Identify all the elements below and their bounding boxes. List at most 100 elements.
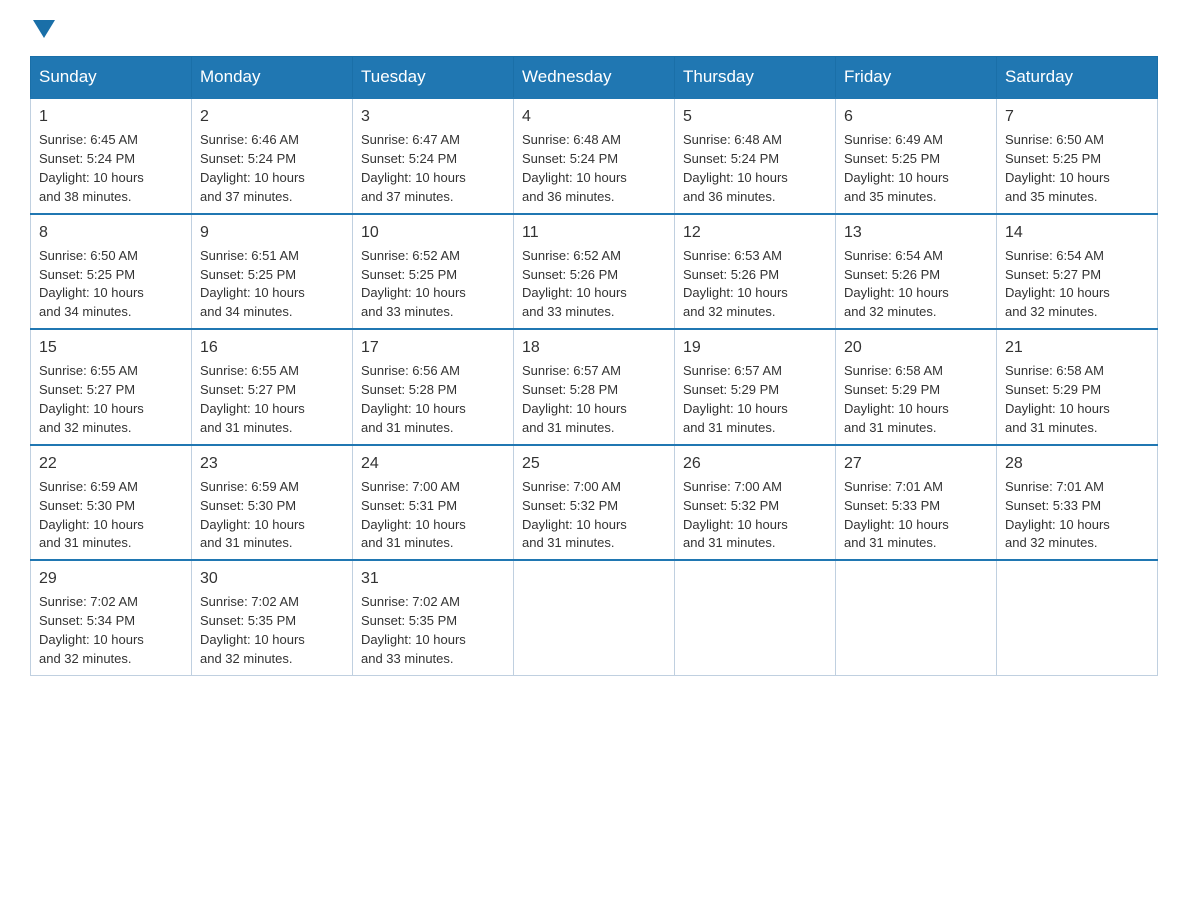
- calendar-cell: 5 Sunrise: 6:48 AMSunset: 5:24 PMDaylight…: [675, 98, 836, 214]
- day-number: 15: [39, 336, 183, 359]
- calendar-cell: 18 Sunrise: 6:57 AMSunset: 5:28 PMDayligh…: [514, 329, 675, 445]
- day-number: 7: [1005, 105, 1149, 128]
- calendar-cell: [997, 560, 1158, 675]
- logo-arrow-icon: [33, 20, 55, 38]
- calendar-cell: [836, 560, 997, 675]
- day-info: Sunrise: 6:52 AMSunset: 5:26 PMDaylight:…: [522, 248, 627, 320]
- day-number: 8: [39, 221, 183, 244]
- day-number: 17: [361, 336, 505, 359]
- calendar-cell: 13 Sunrise: 6:54 AMSunset: 5:26 PMDayligh…: [836, 214, 997, 330]
- day-info: Sunrise: 6:48 AMSunset: 5:24 PMDaylight:…: [522, 132, 627, 204]
- day-header-sunday: Sunday: [31, 57, 192, 99]
- day-number: 28: [1005, 452, 1149, 475]
- day-info: Sunrise: 6:59 AMSunset: 5:30 PMDaylight:…: [39, 479, 144, 551]
- day-number: 24: [361, 452, 505, 475]
- day-number: 3: [361, 105, 505, 128]
- calendar-cell: 6Sunrise: 6:49 AMSunset: 5:25 PMDaylight…: [836, 98, 997, 214]
- day-info: Sunrise: 6:48 AMSunset: 5:24 PMDaylight:…: [683, 132, 788, 204]
- day-info: Sunrise: 6:57 AMSunset: 5:29 PMDaylight:…: [683, 363, 788, 435]
- calendar-cell: 21Sunrise: 6:58 AMSunset: 5:29 PMDayligh…: [997, 329, 1158, 445]
- day-number: 13: [844, 221, 988, 244]
- day-info: Sunrise: 6:53 AMSunset: 5:26 PMDaylight:…: [683, 248, 788, 320]
- calendar-cell: 15 Sunrise: 6:55 AMSunset: 5:27 PMDayligh…: [31, 329, 192, 445]
- week-row-4: 22 Sunrise: 6:59 AMSunset: 5:30 PMDayligh…: [31, 445, 1158, 561]
- day-info: Sunrise: 6:58 AMSunset: 5:29 PMDaylight:…: [1005, 363, 1110, 435]
- day-number: 14: [1005, 221, 1149, 244]
- day-info: Sunrise: 6:54 AMSunset: 5:27 PMDaylight:…: [1005, 248, 1110, 320]
- day-number: 10: [361, 221, 505, 244]
- calendar-cell: 27 Sunrise: 7:01 AMSunset: 5:33 PMDayligh…: [836, 445, 997, 561]
- day-info: Sunrise: 6:46 AMSunset: 5:24 PMDaylight:…: [200, 132, 305, 204]
- day-number: 6: [844, 105, 988, 128]
- day-header-wednesday: Wednesday: [514, 57, 675, 99]
- day-number: 29: [39, 567, 183, 590]
- day-info: Sunrise: 6:55 AMSunset: 5:27 PMDaylight:…: [39, 363, 144, 435]
- day-info: Sunrise: 7:00 AMSunset: 5:32 PMDaylight:…: [683, 479, 788, 551]
- day-info: Sunrise: 6:56 AMSunset: 5:28 PMDaylight:…: [361, 363, 466, 435]
- calendar-cell: 30 Sunrise: 7:02 AMSunset: 5:35 PMDayligh…: [192, 560, 353, 675]
- calendar-cell: 14 Sunrise: 6:54 AMSunset: 5:27 PMDayligh…: [997, 214, 1158, 330]
- calendar-cell: 25 Sunrise: 7:00 AMSunset: 5:32 PMDayligh…: [514, 445, 675, 561]
- day-info: Sunrise: 6:55 AMSunset: 5:27 PMDaylight:…: [200, 363, 305, 435]
- calendar-cell: 29 Sunrise: 7:02 AMSunset: 5:34 PMDayligh…: [31, 560, 192, 675]
- day-number: 30: [200, 567, 344, 590]
- calendar-cell: 31Sunrise: 7:02 AMSunset: 5:35 PMDayligh…: [353, 560, 514, 675]
- day-info: Sunrise: 6:45 AMSunset: 5:24 PMDaylight:…: [39, 132, 144, 204]
- day-info: Sunrise: 6:57 AMSunset: 5:28 PMDaylight:…: [522, 363, 627, 435]
- week-row-1: 1 Sunrise: 6:45 AMSunset: 5:24 PMDaylight…: [31, 98, 1158, 214]
- day-number: 12: [683, 221, 827, 244]
- day-header-friday: Friday: [836, 57, 997, 99]
- day-info: Sunrise: 6:51 AMSunset: 5:25 PMDaylight:…: [200, 248, 305, 320]
- logo: [30, 20, 55, 38]
- day-number: 16: [200, 336, 344, 359]
- calendar-cell: 9 Sunrise: 6:51 AMSunset: 5:25 PMDaylight…: [192, 214, 353, 330]
- day-header-saturday: Saturday: [997, 57, 1158, 99]
- calendar-cell: 17 Sunrise: 6:56 AMSunset: 5:28 PMDayligh…: [353, 329, 514, 445]
- day-number: 5: [683, 105, 827, 128]
- calendar-cell: 19 Sunrise: 6:57 AMSunset: 5:29 PMDayligh…: [675, 329, 836, 445]
- week-row-3: 15 Sunrise: 6:55 AMSunset: 5:27 PMDayligh…: [31, 329, 1158, 445]
- week-row-5: 29 Sunrise: 7:02 AMSunset: 5:34 PMDayligh…: [31, 560, 1158, 675]
- day-header-tuesday: Tuesday: [353, 57, 514, 99]
- page-header: [30, 20, 1158, 38]
- day-info: Sunrise: 6:50 AMSunset: 5:25 PMDaylight:…: [1005, 132, 1110, 204]
- day-info: Sunrise: 7:00 AMSunset: 5:32 PMDaylight:…: [522, 479, 627, 551]
- day-number: 27: [844, 452, 988, 475]
- day-number: 18: [522, 336, 666, 359]
- day-info: Sunrise: 6:50 AMSunset: 5:25 PMDaylight:…: [39, 248, 144, 320]
- day-info: Sunrise: 7:02 AMSunset: 5:35 PMDaylight:…: [361, 594, 466, 666]
- day-info: Sunrise: 7:02 AMSunset: 5:34 PMDaylight:…: [39, 594, 144, 666]
- calendar-cell: 2Sunrise: 6:46 AMSunset: 5:24 PMDaylight…: [192, 98, 353, 214]
- calendar-cell: 8 Sunrise: 6:50 AMSunset: 5:25 PMDaylight…: [31, 214, 192, 330]
- day-header-thursday: Thursday: [675, 57, 836, 99]
- calendar-cell: [675, 560, 836, 675]
- day-number: 20: [844, 336, 988, 359]
- calendar-cell: 24 Sunrise: 7:00 AMSunset: 5:31 PMDayligh…: [353, 445, 514, 561]
- calendar-cell: 11 Sunrise: 6:52 AMSunset: 5:26 PMDayligh…: [514, 214, 675, 330]
- day-number: 9: [200, 221, 344, 244]
- days-header-row: SundayMondayTuesdayWednesdayThursdayFrid…: [31, 57, 1158, 99]
- day-info: Sunrise: 7:01 AMSunset: 5:33 PMDaylight:…: [844, 479, 949, 551]
- day-number: 22: [39, 452, 183, 475]
- calendar-table: SundayMondayTuesdayWednesdayThursdayFrid…: [30, 56, 1158, 676]
- day-number: 25: [522, 452, 666, 475]
- day-info: Sunrise: 6:58 AMSunset: 5:29 PMDaylight:…: [844, 363, 949, 435]
- calendar-cell: 16 Sunrise: 6:55 AMSunset: 5:27 PMDayligh…: [192, 329, 353, 445]
- day-number: 11: [522, 221, 666, 244]
- day-number: 19: [683, 336, 827, 359]
- week-row-2: 8 Sunrise: 6:50 AMSunset: 5:25 PMDaylight…: [31, 214, 1158, 330]
- day-number: 4: [522, 105, 666, 128]
- day-header-monday: Monday: [192, 57, 353, 99]
- calendar-cell: 28Sunrise: 7:01 AMSunset: 5:33 PMDayligh…: [997, 445, 1158, 561]
- calendar-cell: 4 Sunrise: 6:48 AMSunset: 5:24 PMDaylight…: [514, 98, 675, 214]
- calendar-cell: 1 Sunrise: 6:45 AMSunset: 5:24 PMDaylight…: [31, 98, 192, 214]
- day-info: Sunrise: 6:54 AMSunset: 5:26 PMDaylight:…: [844, 248, 949, 320]
- calendar-cell: 26 Sunrise: 7:00 AMSunset: 5:32 PMDayligh…: [675, 445, 836, 561]
- day-number: 1: [39, 105, 183, 128]
- calendar-cell: 10Sunrise: 6:52 AMSunset: 5:25 PMDayligh…: [353, 214, 514, 330]
- day-number: 26: [683, 452, 827, 475]
- day-info: Sunrise: 7:00 AMSunset: 5:31 PMDaylight:…: [361, 479, 466, 551]
- calendar-cell: 23Sunrise: 6:59 AMSunset: 5:30 PMDayligh…: [192, 445, 353, 561]
- day-info: Sunrise: 7:02 AMSunset: 5:35 PMDaylight:…: [200, 594, 305, 666]
- day-number: 23: [200, 452, 344, 475]
